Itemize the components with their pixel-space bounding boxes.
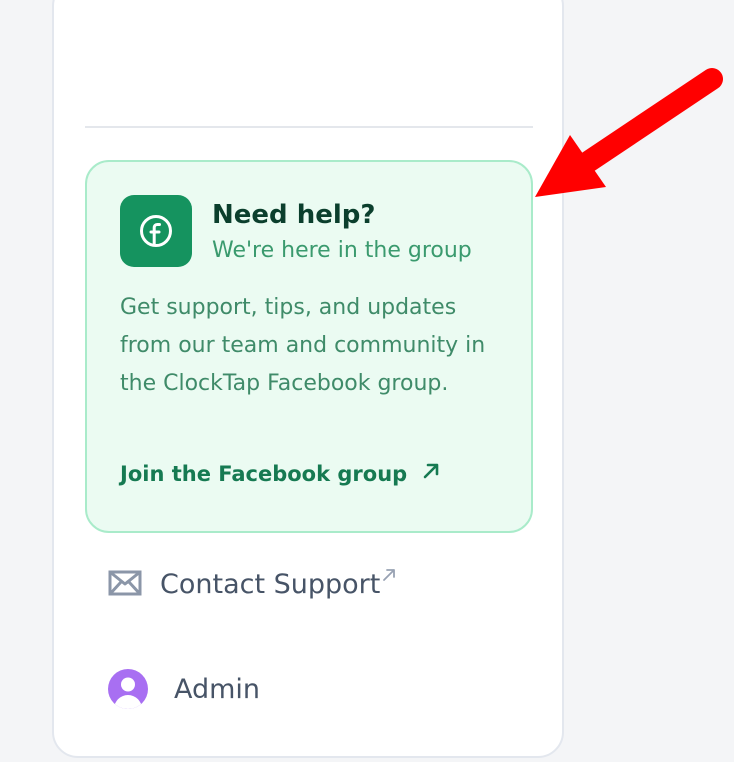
contact-support-label: Contact Support: [160, 569, 381, 600]
join-facebook-group-link[interactable]: Join the Facebook group: [120, 461, 441, 486]
help-card-title: Need help?: [212, 200, 376, 230]
sidebar-divider: [85, 126, 533, 128]
facebook-help-card: Need help? We're here in the group Get s…: [85, 160, 533, 533]
page: Need help? We're here in the group Get s…: [0, 0, 734, 762]
facebook-icon: [120, 195, 192, 267]
user-avatar-icon: [108, 669, 148, 709]
arrow-up-right-icon: [421, 461, 441, 486]
help-card-subtitle: We're here in the group: [212, 238, 472, 263]
admin-label: Admin: [174, 673, 261, 705]
external-link-icon: [382, 567, 396, 586]
help-card-description: Get support, tips, and updates from our …: [120, 295, 486, 396]
admin-profile-item[interactable]: Admin: [108, 669, 260, 709]
mail-icon: [108, 570, 142, 600]
contact-support-link[interactable]: Contact Support: [108, 569, 396, 600]
join-facebook-group-label: Join the Facebook group: [120, 461, 408, 486]
